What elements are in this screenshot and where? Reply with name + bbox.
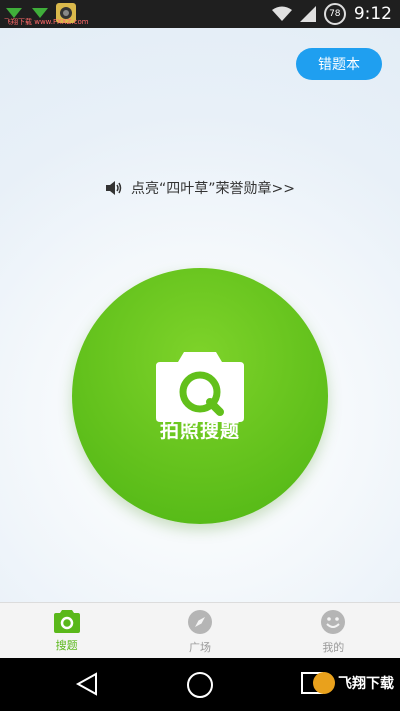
honor-notice[interactable]: 点亮“四叶草”荣誉勋章>> <box>0 178 400 198</box>
wrong-book-button[interactable]: 错题本 <box>296 48 382 80</box>
watermark-text: 飞翔下载 www.FXXZ.com <box>4 18 89 26</box>
status-bar: 飞翔下载 www.FXXZ.com 78 9:12 <box>0 0 400 28</box>
bottom-tab-bar: 搜题 广场 我的 <box>0 602 400 659</box>
smiley-icon <box>321 610 346 634</box>
notice-text: 点亮“四叶草”荣誉勋章>> <box>131 181 295 197</box>
battery-indicator: 78 <box>323 3 346 25</box>
status-indicators: 78 9:12 <box>271 0 392 28</box>
camera-icon <box>156 352 244 422</box>
tab-mine[interactable]: 我的 <box>267 603 400 659</box>
photo-search-button[interactable]: 拍照搜题 <box>72 268 328 524</box>
signal-icon <box>299 6 316 22</box>
tab-label: 我的 <box>322 641 345 654</box>
watermark-logo: 飞翔下载 <box>313 672 394 694</box>
wifi-icon <box>271 6 292 21</box>
back-icon[interactable] <box>74 671 100 697</box>
main-content: 错题本 点亮“四叶草”荣誉勋章>> 拍照搜题 <box>0 28 400 602</box>
speaker-icon <box>105 180 123 196</box>
watermark-logo-icon <box>313 672 335 694</box>
camera-icon <box>53 610 80 633</box>
tab-square[interactable]: 广场 <box>133 603 266 659</box>
clock: 9:12 <box>353 4 392 24</box>
home-icon[interactable] <box>186 671 214 699</box>
compass-icon <box>187 610 212 634</box>
photo-search-label: 拍照搜题 <box>159 420 240 442</box>
tab-search[interactable]: 搜题 <box>0 603 133 659</box>
system-nav-bar: 飞翔下载 <box>0 658 400 711</box>
watermark-logo-text: 飞翔下载 <box>338 676 394 692</box>
tab-label: 广场 <box>188 641 211 654</box>
tab-label: 搜题 <box>55 639 78 652</box>
